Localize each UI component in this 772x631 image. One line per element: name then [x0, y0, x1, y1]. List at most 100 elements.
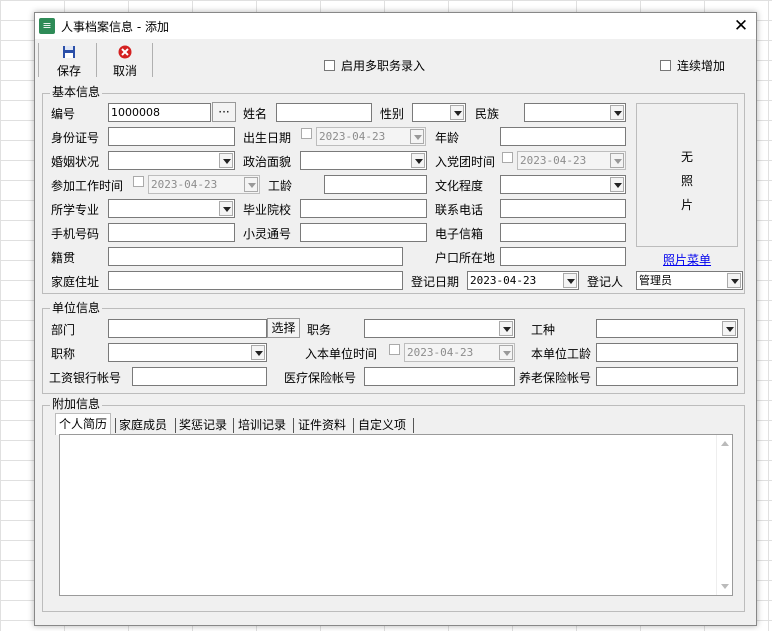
work-start-checkbox[interactable] [133, 176, 144, 187]
bank-account-field[interactable] [132, 367, 267, 386]
birth-date-label: 出生日期 [243, 131, 292, 145]
school-field[interactable] [300, 199, 427, 218]
floppy-disk-icon [63, 46, 75, 58]
resume-textarea[interactable] [59, 434, 733, 596]
seniority-label: 工龄 [268, 179, 293, 193]
join-date-picker[interactable]: 2023-04-23 [404, 343, 515, 362]
league-date-label: 入党团时间 [435, 155, 496, 169]
employee-id-label: 编号 [51, 107, 76, 121]
birth-date-checkbox[interactable] [301, 128, 312, 139]
save-button[interactable]: 保存 [52, 45, 86, 79]
chevron-down-icon [499, 321, 513, 336]
education-label: 文化程度 [435, 179, 484, 193]
chevron-down-icon [450, 105, 464, 120]
registrar-label: 登记人 [587, 275, 624, 289]
phone-field[interactable] [500, 199, 626, 218]
multi-post-label: 启用多职务录入 [341, 59, 426, 73]
chevron-down-icon [727, 273, 741, 288]
photo-placeholder-char: 无 [681, 150, 694, 164]
ethnic-select[interactable] [524, 103, 626, 122]
pension-account-field[interactable] [596, 367, 738, 386]
work-start-picker[interactable]: 2023-04-23 [148, 175, 260, 194]
email-field[interactable] [500, 223, 626, 242]
chevron-down-icon [563, 273, 577, 288]
bank-account-label: 工资银行帐号 [49, 371, 122, 385]
education-select[interactable] [500, 175, 626, 194]
multi-post-checkbox[interactable] [324, 60, 335, 71]
chevron-down-icon [219, 153, 233, 168]
chevron-down-icon [410, 129, 424, 144]
id-browse-button[interactable]: ··· [212, 102, 236, 122]
toolbar-divider [152, 43, 153, 77]
seniority-field[interactable] [324, 175, 427, 194]
worktype-select[interactable] [596, 319, 738, 338]
tab-divider [293, 418, 294, 433]
tab-divider [233, 418, 234, 433]
continuous-add-label: 连续增加 [677, 59, 726, 73]
continuous-add-checkbox[interactable] [660, 60, 671, 71]
birth-date-picker[interactable]: 2023-04-23 [316, 127, 426, 146]
chevron-down-icon [411, 153, 425, 168]
tab-custom[interactable]: 自定义项 [355, 415, 409, 435]
native-label: 籍贯 [51, 251, 76, 265]
hukou-field[interactable] [500, 247, 626, 266]
vertical-scrollbar[interactable] [716, 435, 732, 595]
league-date-value: 2023-04-23 [520, 154, 587, 167]
save-label: 保存 [56, 64, 81, 78]
scroll-up-icon[interactable] [721, 441, 729, 446]
mobile-field[interactable] [108, 223, 235, 242]
pas-field[interactable] [300, 223, 427, 242]
cancel-label: 取消 [112, 64, 137, 78]
toolbar-divider [96, 43, 97, 77]
tab-rewards[interactable]: 奖惩记录 [176, 415, 230, 435]
photo-menu-link[interactable]: 照片菜单 [663, 253, 711, 268]
hukou-label: 户口所在地 [435, 251, 496, 265]
address-field[interactable] [108, 271, 403, 290]
political-select[interactable] [300, 151, 427, 170]
chevron-down-icon [251, 345, 265, 360]
register-date-picker[interactable]: 2023-04-23 [467, 271, 579, 290]
select-department-button[interactable]: 选择 [267, 318, 300, 338]
gender-select[interactable] [412, 103, 466, 122]
age-field[interactable] [500, 127, 626, 146]
employee-id-field[interactable]: 1000008 [108, 103, 211, 122]
name-field[interactable] [276, 103, 372, 122]
tab-training[interactable]: 培训记录 [235, 415, 289, 435]
birth-date-value: 2023-04-23 [319, 130, 386, 143]
marital-select[interactable] [108, 151, 235, 170]
join-date-checkbox[interactable] [389, 344, 400, 355]
post-select[interactable] [364, 319, 515, 338]
photo-placeholder-char: 照 [681, 174, 694, 188]
major-select[interactable] [108, 199, 235, 218]
idcard-label: 身份证号 [51, 131, 100, 145]
chevron-down-icon [610, 177, 624, 192]
cancel-button[interactable]: 取消 [108, 45, 142, 79]
pas-label: 小灵通号 [243, 227, 292, 241]
scroll-down-icon[interactable] [721, 584, 729, 589]
gender-label: 性别 [380, 107, 405, 121]
photo-frame[interactable]: 无 照 片 [636, 103, 738, 247]
phone-label: 联系电话 [435, 203, 484, 217]
native-field[interactable] [108, 247, 403, 266]
tab-resume[interactable]: 个人简历 [55, 413, 112, 435]
personnel-dialog: ≡ 人事档案信息 - 添加 ✕ 保存 取消 启用多职务录入 连续增加 基本信息 … [34, 12, 757, 626]
close-button[interactable]: ✕ [729, 14, 753, 38]
unit-info-title: 单位信息 [50, 301, 103, 315]
worktype-label: 工种 [531, 323, 556, 337]
professional-title-select[interactable] [108, 343, 267, 362]
idcard-field[interactable] [108, 127, 235, 146]
register-date-value: 2023-04-23 [470, 274, 537, 287]
league-date-picker[interactable]: 2023-04-23 [517, 151, 626, 170]
work-start-value: 2023-04-23 [151, 178, 218, 191]
medical-account-field[interactable] [364, 367, 515, 386]
league-date-checkbox[interactable] [502, 152, 513, 163]
registrar-select[interactable]: 管理员 [636, 271, 743, 290]
extra-info-title: 附加信息 [50, 397, 103, 411]
major-label: 所学专业 [51, 203, 100, 217]
tab-family[interactable]: 家庭成员 [116, 415, 170, 435]
address-label: 家庭住址 [51, 275, 100, 289]
unit-seniority-field[interactable] [596, 343, 738, 362]
tab-certificates[interactable]: 证件资料 [295, 415, 349, 435]
department-field[interactable] [108, 319, 267, 338]
cancel-icon [118, 45, 132, 59]
